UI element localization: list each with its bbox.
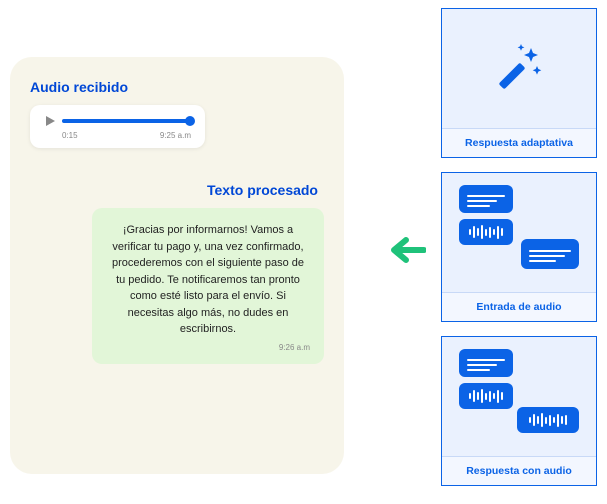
chat-preview-card: Audio recibido 0:15 9:25 a.m Texto proce… (10, 57, 344, 474)
play-icon[interactable] (44, 115, 56, 127)
audio-elapsed: 0:15 (62, 131, 78, 140)
feature-label: Respuesta adaptativa (442, 128, 596, 157)
feature-label: Respuesta con audio (442, 456, 596, 485)
arrow-left-icon (390, 236, 426, 269)
audio-progress-knob[interactable] (185, 116, 195, 126)
feature-card-adaptive[interactable]: Respuesta adaptativa (441, 8, 597, 158)
message-body: ¡Gracias por informarnos! Vamos a verifi… (106, 222, 310, 338)
processed-text-title: Texto procesado (30, 182, 318, 198)
audio-message: 0:15 9:25 a.m (30, 105, 205, 148)
audio-progress-track[interactable] (62, 119, 191, 123)
magic-wand-icon (491, 38, 547, 99)
feature-card-audio-out[interactable]: Respuesta con audio (441, 336, 597, 486)
feature-card-audio-in[interactable]: Entrada de audio (441, 172, 597, 322)
audio-timestamp: 9:25 a.m (160, 131, 191, 140)
feature-label: Entrada de audio (442, 292, 596, 321)
transcribed-message: ¡Gracias por informarnos! Vamos a verifi… (92, 208, 324, 364)
audio-input-icon (459, 185, 579, 280)
message-timestamp: 9:26 a.m (106, 342, 310, 354)
feature-cards: Respuesta adaptativa (441, 8, 597, 486)
audio-received-title: Audio recibido (30, 79, 324, 95)
audio-output-icon (459, 349, 579, 444)
